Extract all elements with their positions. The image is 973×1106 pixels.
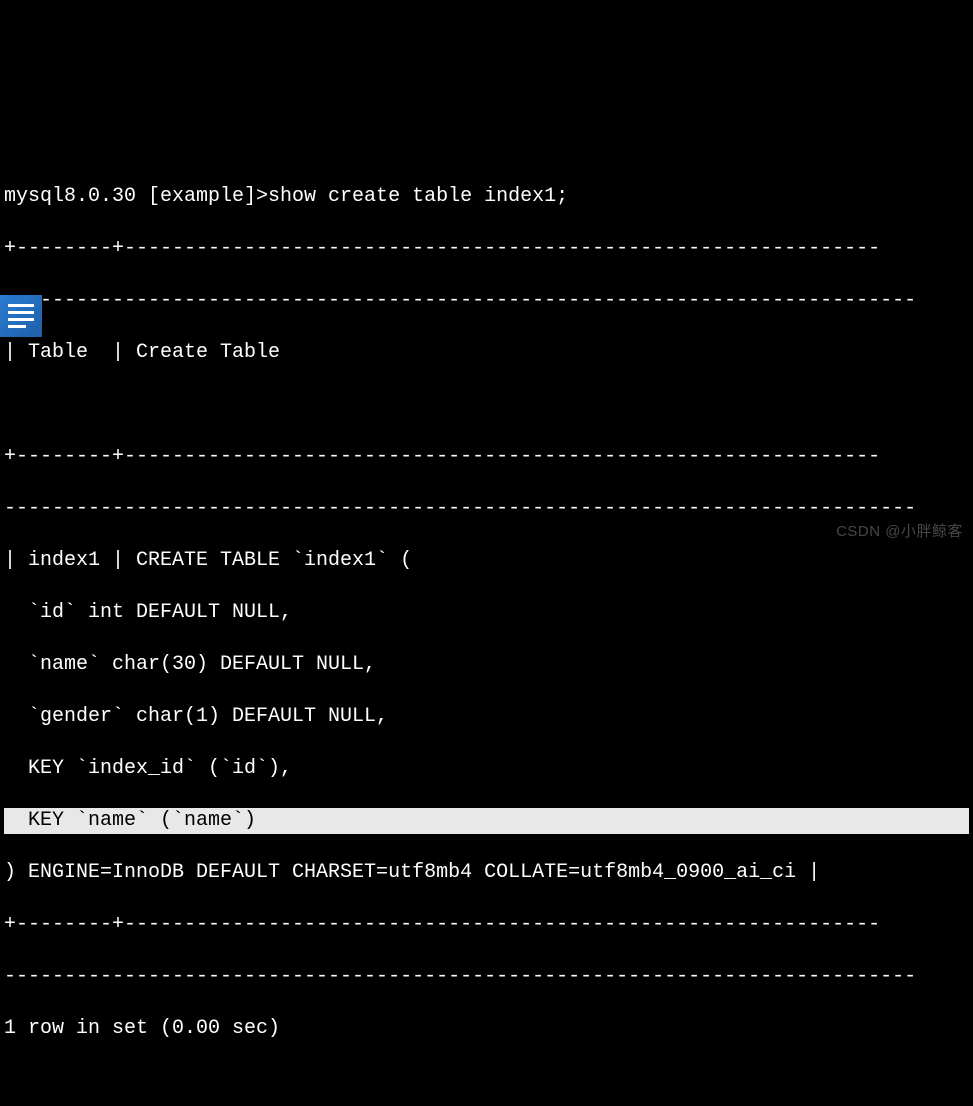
- terminal-line: `name` char(30) DEFAULT NULL,: [4, 652, 969, 678]
- terminal-line: mysql8.0.30 [example]>show create table …: [4, 184, 969, 210]
- terminal-line: +--------+------------------------------…: [4, 444, 969, 470]
- tab-icon-bar: [8, 311, 34, 314]
- terminal-line: [4, 392, 969, 418]
- terminal-line: ----------------------------------------…: [4, 288, 969, 314]
- terminal-line: [4, 1068, 969, 1094]
- terminal-line: | Table | Create Table: [4, 340, 969, 366]
- document-tab-icon[interactable]: [0, 295, 42, 337]
- terminal-line: `gender` char(1) DEFAULT NULL,: [4, 704, 969, 730]
- terminal-line: 1 row in set (0.00 sec): [4, 1016, 969, 1042]
- tab-icon-bar: [8, 304, 34, 307]
- terminal-line-highlighted: KEY `name` (`name`): [4, 808, 969, 834]
- tab-icon-bar: [8, 318, 34, 321]
- terminal-line: ----------------------------------------…: [4, 964, 969, 990]
- terminal-line: +--------+------------------------------…: [4, 912, 969, 938]
- tab-icon-bar: [8, 325, 26, 328]
- terminal-line: | index1 | CREATE TABLE `index1` (: [4, 548, 969, 574]
- terminal-line: KEY `index_id` (`id`),: [4, 756, 969, 782]
- terminal-line: +--------+------------------------------…: [4, 236, 969, 262]
- terminal-line: `id` int DEFAULT NULL,: [4, 600, 969, 626]
- terminal-line: ) ENGINE=InnoDB DEFAULT CHARSET=utf8mb4 …: [4, 860, 969, 886]
- terminal-output[interactable]: mysql8.0.30 [example]>show create table …: [0, 156, 973, 1106]
- terminal-line: ----------------------------------------…: [4, 496, 969, 522]
- watermark-text: CSDN @小胖鲸客: [836, 522, 963, 542]
